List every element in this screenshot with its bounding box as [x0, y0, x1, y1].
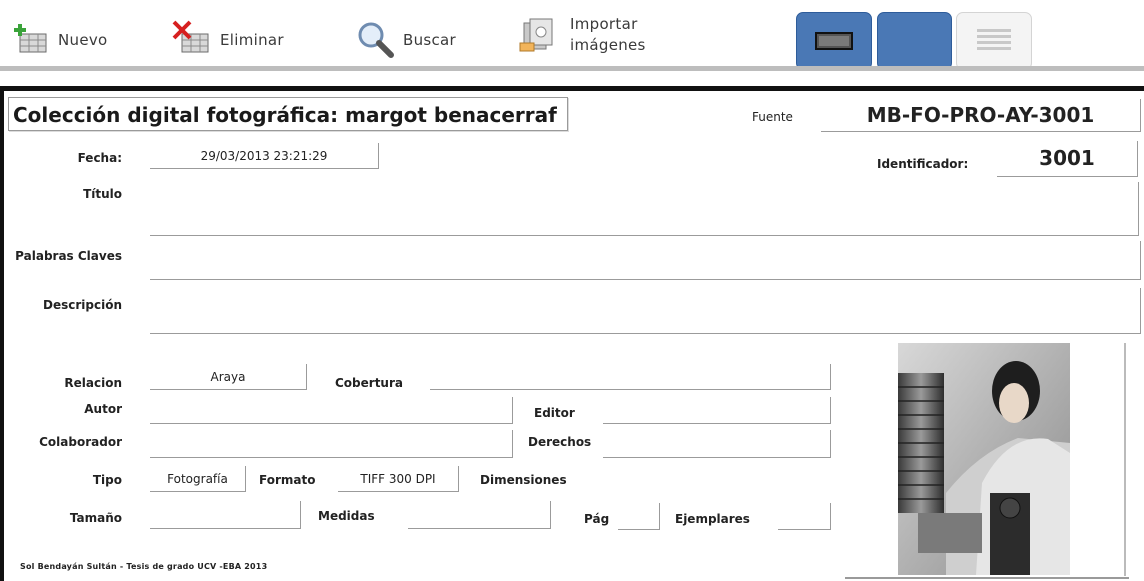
derechos-field[interactable] [603, 430, 831, 458]
identificador-label: Identificador: [877, 157, 969, 171]
relacion-label: Relacion [64, 376, 122, 390]
import-images-label-line2: imágenes [570, 36, 646, 54]
ejemplares-field[interactable] [778, 503, 831, 530]
editor-label: Editor [534, 406, 575, 420]
medidas-field[interactable] [408, 501, 551, 529]
new-record-label: Nuevo [58, 31, 108, 49]
add-record-icon [10, 20, 50, 60]
delete-record-label: Eliminar [220, 31, 284, 49]
search-label: Buscar [403, 31, 457, 49]
toolbar-separator [0, 66, 1144, 71]
descripcion-field[interactable] [150, 288, 1141, 334]
ejemplares-label: Ejemplares [675, 512, 750, 526]
formato-label: Formato [259, 473, 316, 487]
import-images-label-line1: Importar [570, 15, 638, 33]
fecha-field[interactable]: 29/03/2013 23:21:29 [150, 143, 379, 169]
descripcion-label: Descripción [43, 298, 122, 312]
form-left-border [0, 86, 4, 581]
search-button[interactable]: Buscar [355, 20, 456, 60]
list-view-button[interactable] [956, 12, 1032, 70]
colaborador-label: Colaborador [39, 435, 122, 449]
titulo-field[interactable] [150, 182, 1139, 236]
medidas-label: Medidas [318, 509, 375, 523]
pag-field[interactable] [618, 503, 660, 530]
cobertura-field[interactable] [430, 364, 831, 390]
colaborador-field[interactable] [150, 430, 513, 458]
magnifier-icon [355, 20, 395, 60]
palabras-claves-field[interactable] [150, 241, 1141, 280]
collection-title: Colección digital fotográfica: margot be… [8, 97, 568, 131]
editor-field[interactable] [603, 397, 831, 424]
delete-record-icon [172, 20, 212, 60]
list-view-icon [977, 29, 1011, 50]
relacion-field[interactable]: Araya [150, 364, 307, 390]
photo-frame-bottom [845, 577, 1129, 579]
palabras-claves-label: Palabras Claves [15, 249, 122, 263]
identificador-field[interactable]: 3001 [997, 141, 1138, 177]
fecha-label: Fecha: [77, 151, 122, 165]
form-view-icon [815, 32, 853, 50]
import-images-button[interactable]: Importar imágenes [518, 14, 646, 56]
blank-view-button[interactable] [877, 12, 952, 70]
pag-label: Pág [584, 512, 610, 526]
tamano-label: Tamaño [69, 511, 122, 525]
import-images-icon [518, 15, 558, 55]
cobertura-label: Cobertura [335, 376, 403, 390]
titulo-label: Título [83, 187, 122, 201]
tipo-label: Tipo [92, 473, 122, 487]
form-top-border [0, 86, 1144, 91]
derechos-label: Derechos [528, 435, 592, 449]
tipo-field[interactable]: Fotografía [150, 466, 246, 492]
fuente-field[interactable]: MB-FO-PRO-AY-3001 [821, 99, 1141, 132]
footer-credit: Sol Bendayán Sultán - Tesis de grado UCV… [20, 562, 268, 571]
new-record-button[interactable]: Nuevo [10, 20, 108, 60]
formato-field[interactable]: TIFF 300 DPI [338, 466, 459, 492]
toolbar: Nuevo Eliminar Buscar Importar imágenes [0, 0, 1144, 74]
autor-field[interactable] [150, 397, 513, 424]
delete-record-button[interactable]: Eliminar [172, 20, 284, 60]
photo-frame-right [1124, 343, 1126, 576]
autor-label: Autor [84, 402, 122, 416]
fuente-label: Fuente [752, 110, 793, 124]
form-view-button[interactable] [796, 12, 872, 70]
dimensiones-label: Dimensiones [480, 473, 567, 487]
tamano-field[interactable] [150, 501, 301, 529]
record-photo [898, 343, 1070, 575]
